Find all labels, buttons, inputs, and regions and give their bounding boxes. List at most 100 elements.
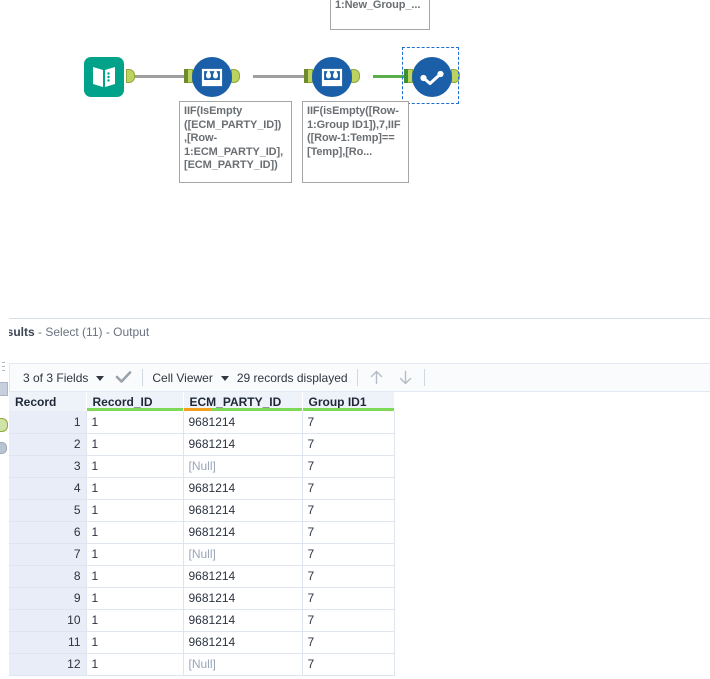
table-row[interactable]: 8 1 9681214 7: [9, 565, 395, 588]
cell-group-id1[interactable]: 7: [301, 653, 395, 676]
column-type-indicator: [86, 408, 183, 411]
annotation-new-group[interactable]: 1:New_Group_...: [330, 0, 430, 30]
cell-ecm-party-id[interactable]: 9681214: [182, 521, 303, 544]
cell-record-id[interactable]: 1: [85, 631, 184, 654]
cell-record-id[interactable]: 1: [85, 433, 184, 456]
column-header-ecm-party-id[interactable]: ECM_PARTY_ID: [183, 392, 303, 411]
column-header-record-label: Record: [15, 394, 57, 409]
column-header-record-id[interactable]: Record_ID: [86, 392, 184, 411]
cell-group-id1[interactable]: 7: [301, 455, 395, 478]
column-header-ecm-party-id-label: ECM_PARTY_ID: [189, 394, 282, 409]
table-row[interactable]: 7 1 [Null] 7: [9, 543, 395, 566]
cell-record-id[interactable]: 1: [85, 653, 184, 676]
rail-dot: [2, 370, 5, 371]
cell-group-id1[interactable]: 7: [301, 587, 395, 610]
checkmark-icon: [116, 371, 132, 383]
table-row[interactable]: 9 1 9681214 7: [9, 587, 395, 610]
table-header-row: Record Record_ID ECM_PARTY_ID Group ID1: [9, 392, 395, 411]
cell-ecm-party-id[interactable]: [Null]: [182, 455, 303, 478]
toolbar-divider-2: [356, 369, 358, 386]
cell-ecm-party-id[interactable]: 9681214: [182, 587, 303, 610]
cell-group-id1[interactable]: 7: [301, 477, 395, 500]
cell-record[interactable]: 11: [9, 631, 87, 654]
fields-selector[interactable]: 3 of 3 Fields: [18, 371, 110, 385]
table-row[interactable]: 6 1 9681214 7: [9, 521, 395, 544]
cell-record[interactable]: 7: [9, 543, 87, 566]
chevron-down-icon[interactable]: [220, 376, 229, 381]
column-header-group-id1[interactable]: Group ID1: [302, 392, 395, 411]
scroll-down-button[interactable]: [396, 368, 415, 387]
table-body: 1 1 9681214 7 2 1 9681214 7 3 1 [Null] 7 4 1 9681214 7 5…: [9, 411, 395, 676]
rail-output-anchor[interactable]: [0, 418, 8, 432]
records-displayed-label: 29 records displayed: [236, 370, 348, 385]
cell-record-id[interactable]: 1: [85, 609, 184, 632]
cell-record-id[interactable]: 1: [85, 565, 184, 588]
table-row[interactable]: 5 1 9681214 7: [9, 499, 395, 522]
cell-ecm-party-id[interactable]: 9681214: [182, 565, 303, 588]
cell-record-id[interactable]: 1: [85, 543, 184, 566]
cell-ecm-party-id[interactable]: 9681214: [182, 499, 303, 522]
cell-record-id[interactable]: 1: [85, 521, 184, 544]
multi-row-formula-tool-1[interactable]: [192, 57, 232, 97]
cell-record[interactable]: 3: [9, 455, 87, 478]
cell-record[interactable]: 6: [9, 521, 87, 544]
annotation-formula-2[interactable]: IIF(isEmpty([Row- 1:Group ID1]),7,IIF ([…: [302, 101, 409, 183]
table-row[interactable]: 3 1 [Null] 7: [9, 455, 395, 478]
cell-group-id1[interactable]: 7: [301, 521, 395, 544]
select-tool[interactable]: [412, 57, 452, 97]
cell-group-id1[interactable]: 7: [301, 543, 395, 566]
scroll-up-button[interactable]: [367, 368, 386, 387]
workflow-canvas[interactable]: 1:New_Group_... IIF(IsEmpty ([ECM_PARTY_…: [0, 0, 710, 329]
cell-record[interactable]: 4: [9, 477, 87, 500]
view-mode-label: Cell Viewer: [152, 370, 213, 385]
output-anchor-formula1[interactable]: [231, 69, 240, 83]
table-row[interactable]: 11 1 9681214 7: [9, 631, 395, 654]
view-mode-selector[interactable]: Cell Viewer: [152, 371, 234, 385]
cell-record[interactable]: 5: [9, 499, 87, 522]
cell-group-id1[interactable]: 7: [301, 411, 395, 434]
output-anchor-input[interactable]: [126, 69, 135, 83]
cell-ecm-party-id[interactable]: [Null]: [182, 653, 303, 676]
cell-record[interactable]: 9: [9, 587, 87, 610]
column-type-indicator: [302, 408, 394, 411]
table-row[interactable]: 1 1 9681214 7: [9, 411, 395, 434]
toolbar-divider-1: [142, 369, 144, 386]
cell-group-id1[interactable]: 7: [301, 433, 395, 456]
cell-record[interactable]: 1: [9, 411, 87, 434]
table-row[interactable]: 10 1 9681214 7: [9, 609, 395, 632]
annotation-formula-1[interactable]: IIF(IsEmpty ([ECM_PARTY_ID]) ,[Row- 1:EC…: [179, 101, 292, 183]
rail-chip[interactable]: [0, 382, 8, 396]
column-header-record[interactable]: Record: [9, 392, 87, 411]
cell-ecm-party-id[interactable]: [Null]: [182, 543, 303, 566]
output-anchor-formula2[interactable]: [351, 69, 360, 83]
records-displayed-status: 29 records displayed: [237, 371, 348, 385]
cell-ecm-party-id[interactable]: 9681214: [182, 609, 303, 632]
results-data-grid[interactable]: Record Record_ID ECM_PARTY_ID Group ID1: [9, 392, 710, 679]
cell-group-id1[interactable]: 7: [301, 609, 395, 632]
cell-record[interactable]: 12: [9, 653, 87, 676]
cell-record[interactable]: 8: [9, 565, 87, 588]
chevron-down-icon[interactable]: [96, 376, 105, 381]
cell-group-id1[interactable]: 7: [301, 499, 395, 522]
table-row[interactable]: 4 1 9681214 7: [9, 477, 395, 500]
cell-record-id[interactable]: 1: [85, 477, 184, 500]
left-edge-partial-toolbar[interactable]: [0, 318, 9, 679]
table-row[interactable]: 2 1 9681214 7: [9, 433, 395, 456]
apply-check-button[interactable]: [114, 368, 133, 387]
cell-record[interactable]: 10: [9, 609, 87, 632]
cell-record[interactable]: 2: [9, 433, 87, 456]
cell-group-id1[interactable]: 7: [301, 565, 395, 588]
cell-record-id[interactable]: 1: [85, 587, 184, 610]
input-data-tool[interactable]: [84, 57, 124, 97]
cell-ecm-party-id[interactable]: 9681214: [182, 433, 303, 456]
cell-group-id1[interactable]: 7: [301, 631, 395, 654]
table-row[interactable]: 12 1 [Null] 7: [9, 653, 395, 676]
cell-ecm-party-id[interactable]: 9681214: [182, 631, 303, 654]
cell-ecm-party-id[interactable]: 9681214: [182, 411, 303, 434]
multi-row-formula-tool-2[interactable]: [312, 57, 352, 97]
rail-chip-lower[interactable]: [0, 442, 7, 454]
cell-ecm-party-id[interactable]: 9681214: [182, 477, 303, 500]
cell-record-id[interactable]: 1: [85, 499, 184, 522]
cell-record-id[interactable]: 1: [85, 455, 184, 478]
cell-record-id[interactable]: 1: [85, 411, 184, 434]
